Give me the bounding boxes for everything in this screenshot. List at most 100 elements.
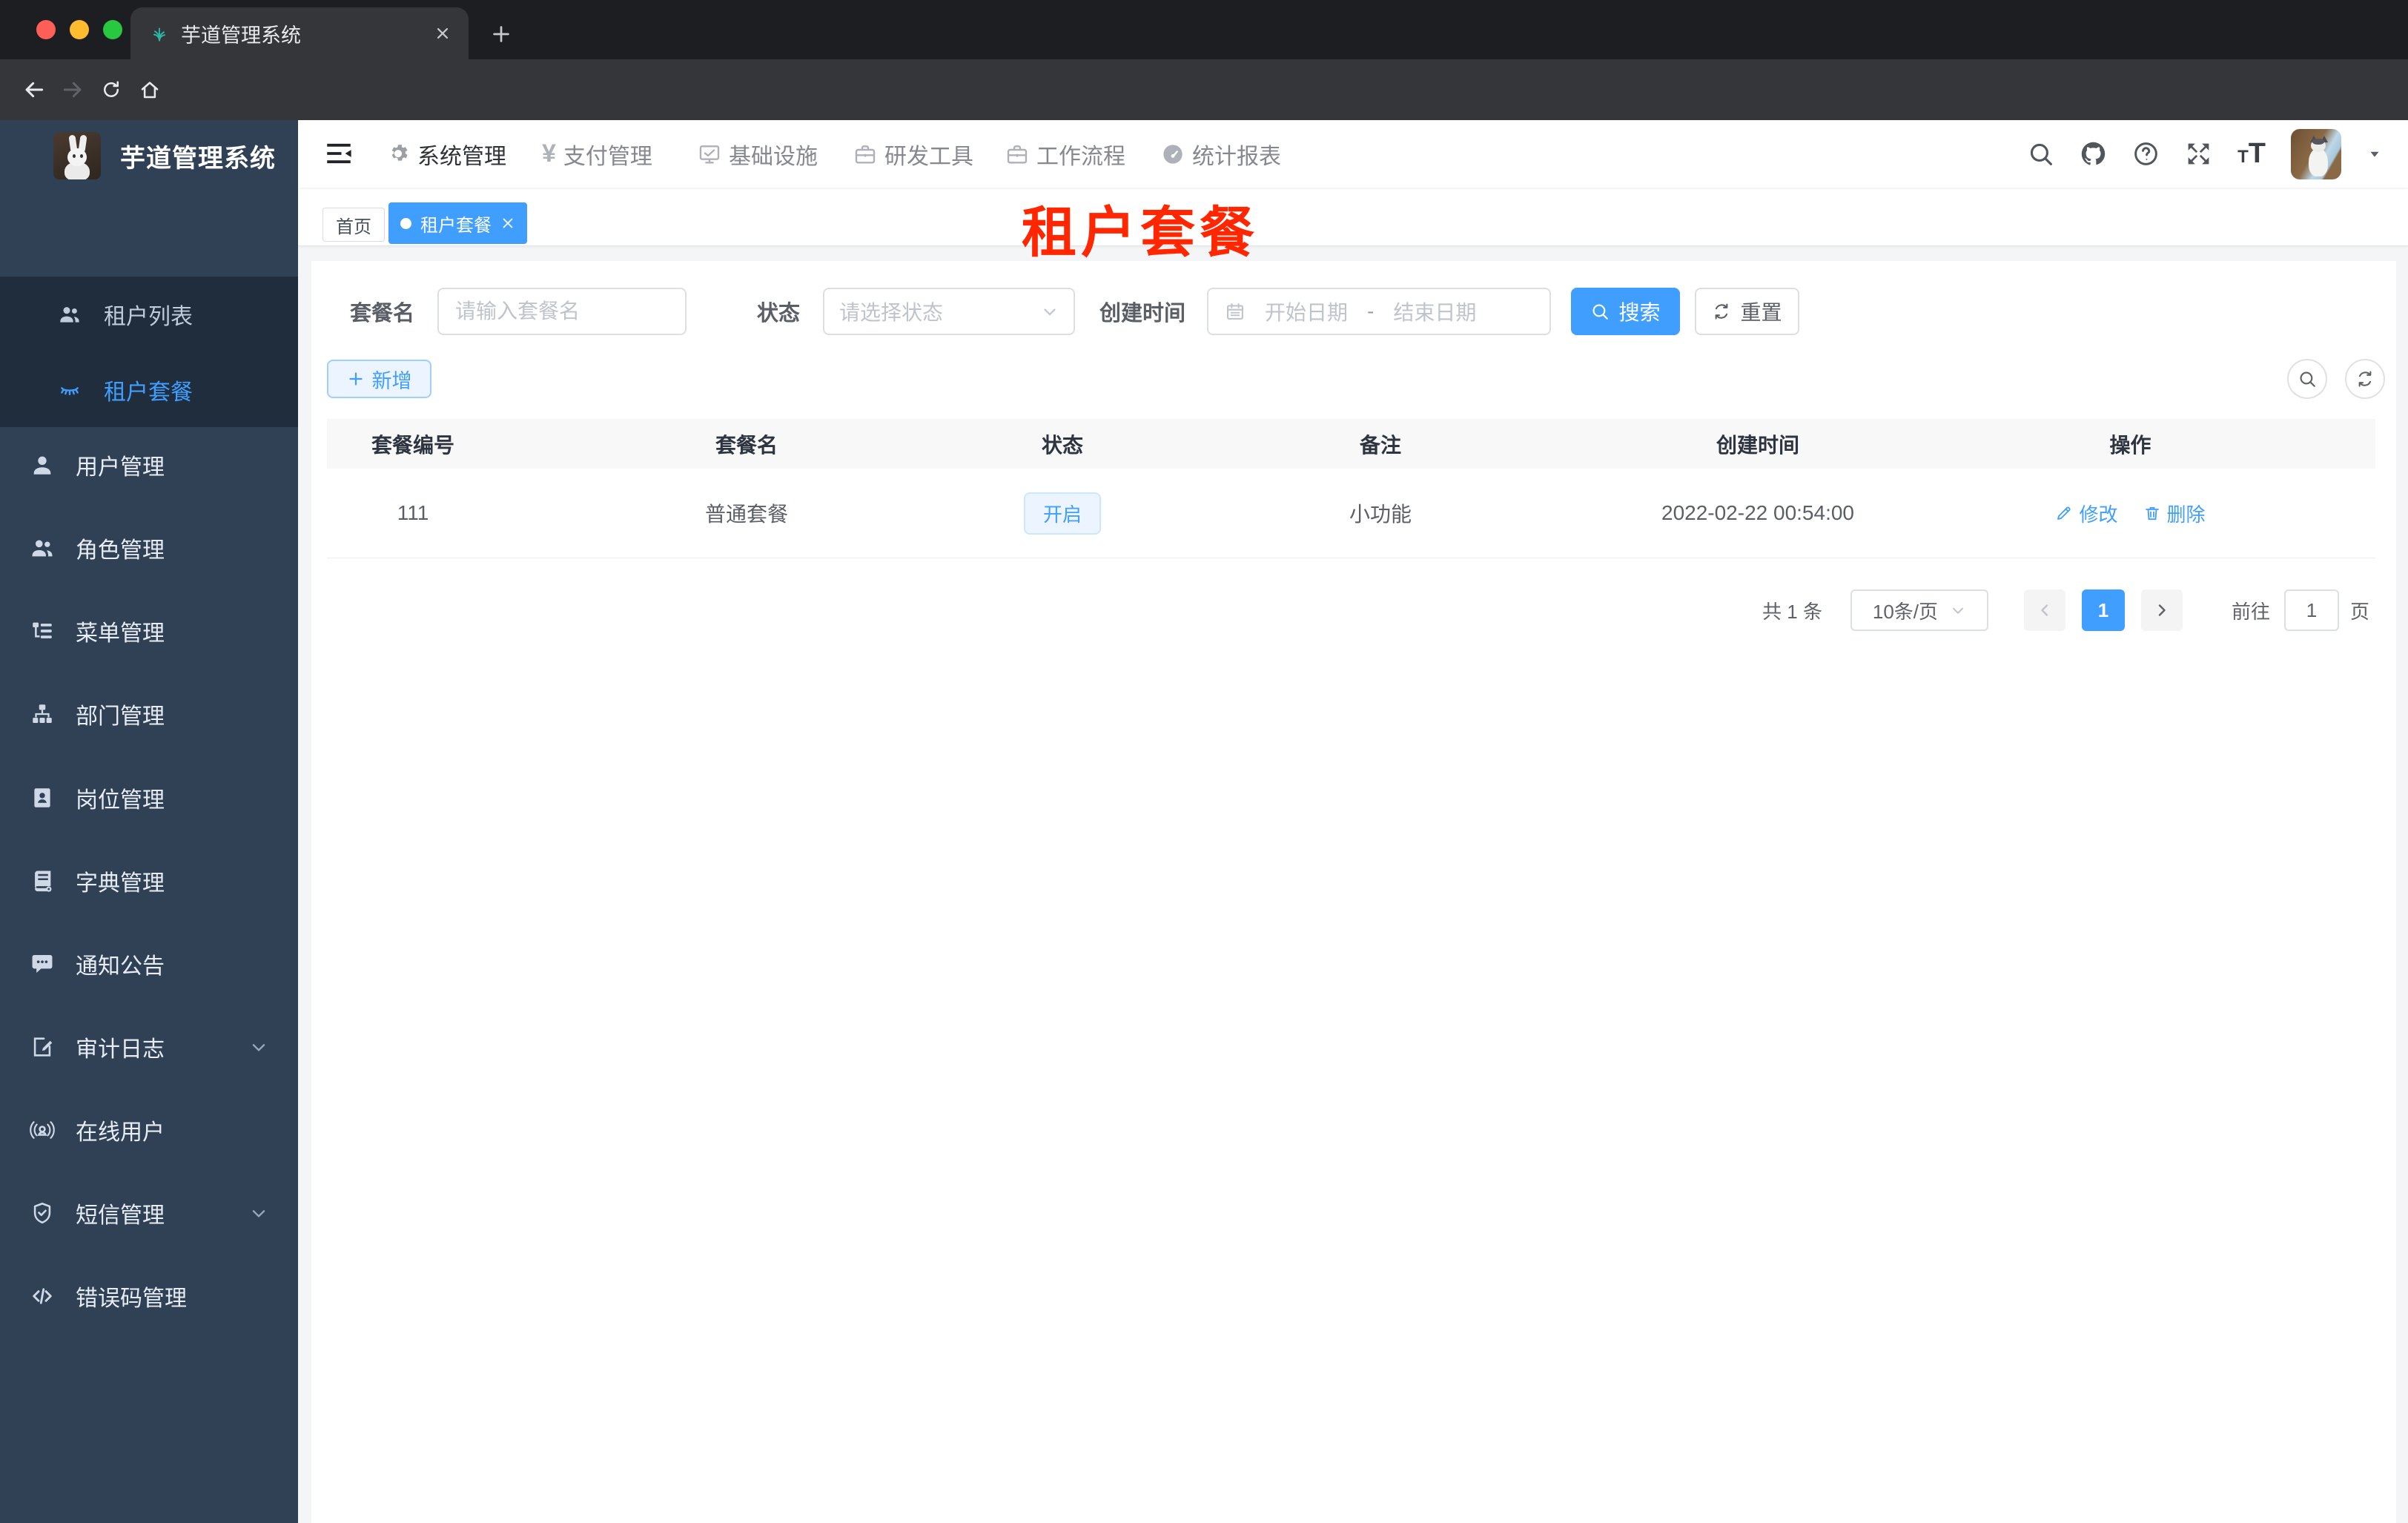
col-header-created: 创建时间 (1630, 419, 1885, 469)
tag-tenant-package[interactable]: 租户套餐 (388, 202, 527, 244)
sidebar-item-user-mgmt[interactable]: 用户管理 (0, 423, 298, 506)
tab-title: 芋道管理系统 (181, 24, 301, 47)
content-card: 套餐名 状态 请选择状态 创建时间 开始日期 - 结束日期 搜索 重置 (311, 261, 2396, 1523)
package-table: 套餐编号 套餐名 状态 备注 创建时间 操作 111 普通套餐 开启 小功能 2… (327, 419, 2375, 558)
dictionary-icon (30, 868, 55, 893)
chevron-down-icon (249, 1203, 268, 1223)
browser-back-button[interactable] (15, 70, 53, 109)
sidebar-item-menu-mgmt[interactable]: 菜单管理 (0, 589, 298, 673)
tab-close-icon[interactable] (434, 25, 451, 42)
gear-icon (386, 142, 410, 166)
search-button[interactable]: 搜索 (1571, 288, 1680, 335)
filter-status-label: 状态 (757, 302, 801, 326)
font-size-icon[interactable]: TT (2237, 138, 2266, 170)
nav-item-dev-tools[interactable]: 研发工具 (853, 120, 973, 188)
browser-tab[interactable]: 芋道管理系统 (130, 7, 469, 59)
sidebar-item-dept-mgmt[interactable]: 部门管理 (0, 673, 298, 756)
search-icon (2298, 369, 2317, 389)
col-header-remark: 备注 (1131, 419, 1630, 469)
annotation-text: 租户套餐 (1022, 202, 1259, 263)
col-header-status: 状态 (994, 419, 1131, 469)
pagination-total: 共 1 条 (1762, 600, 1822, 623)
cell-id: 111 (327, 469, 499, 558)
add-button[interactable]: 新增 (327, 360, 431, 398)
delete-link[interactable]: 删除 (2143, 500, 2206, 527)
refresh-icon (1712, 302, 1731, 321)
top-navbar: 系统管理 ¥ 支付管理 基础设施 研发工具 工作流程 统计报表 TT (298, 120, 2408, 188)
reset-button[interactable]: 重置 (1695, 288, 1799, 335)
col-header-name: 套餐名 (499, 419, 994, 469)
next-page-button[interactable] (2140, 589, 2183, 631)
nav-item-system[interactable]: 系统管理 (386, 120, 506, 188)
plus-icon (347, 370, 365, 388)
sidebar-item-sms-mgmt[interactable]: 短信管理 (0, 1172, 298, 1255)
sidebar-item-notice[interactable]: 通知公告 (0, 922, 298, 1005)
nav-item-payment[interactable]: ¥ 支付管理 (542, 120, 652, 188)
filter-date-range[interactable]: 开始日期 - 结束日期 (1207, 288, 1551, 335)
sidebar-collapse-button[interactable] (320, 136, 357, 171)
window-zoom-button[interactable] (103, 20, 122, 39)
sidebar-item-tenant-package[interactable]: 租户套餐 (0, 352, 298, 428)
code-icon (30, 1284, 55, 1309)
start-date-placeholder: 开始日期 (1265, 301, 1349, 324)
table-search-toggle-button[interactable] (2287, 359, 2327, 399)
tag-close-icon[interactable] (500, 216, 515, 231)
nav-item-workflow[interactable]: 工作流程 (1005, 120, 1125, 188)
sidebar-item-online-users[interactable]: 在线用户 (0, 1088, 298, 1172)
filter-name-label: 套餐名 (350, 302, 415, 326)
menu-tree-icon (30, 618, 55, 644)
filter-status-select[interactable]: 请选择状态 (823, 288, 1075, 335)
sidebar-item-error-code[interactable]: 错误码管理 (0, 1255, 298, 1338)
briefcase-icon (1005, 142, 1029, 166)
pagination: 共 1 条 10条/页 1 前往 页 (1762, 588, 2369, 632)
avatar[interactable] (2291, 128, 2341, 179)
window-minimize-button[interactable] (70, 20, 89, 39)
page-unit-label: 页 (2349, 600, 2369, 623)
shield-check-icon (30, 1200, 55, 1226)
filter-time-label: 创建时间 (1099, 302, 1186, 326)
avatar-caret-icon[interactable] (2366, 146, 2383, 162)
help-icon[interactable] (2132, 140, 2160, 168)
fullscreen-icon[interactable] (2185, 140, 2212, 168)
chevron-down-icon (249, 1037, 268, 1057)
users-icon (30, 535, 55, 561)
window-close-button[interactable] (36, 20, 56, 39)
search-icon[interactable] (2027, 140, 2054, 168)
goto-label: 前往 (2231, 600, 2270, 623)
nav-item-report[interactable]: 统计报表 (1161, 120, 1281, 188)
nav-item-infra[interactable]: 基础设施 (698, 120, 818, 188)
main-area: 系统管理 ¥ 支付管理 基础设施 研发工具 工作流程 统计报表 TT 首页 租户… (298, 120, 2408, 1523)
table-refresh-button[interactable] (2345, 359, 2385, 399)
sidebar-item-audit-log[interactable]: 审计日志 (0, 1005, 298, 1088)
new-tab-button[interactable] (483, 16, 519, 52)
trash-icon (2143, 504, 2161, 522)
browser-reload-button[interactable] (92, 70, 130, 109)
cell-created: 2022-02-22 00:54:00 (1630, 469, 1885, 558)
github-icon[interactable] (2080, 140, 2107, 168)
status-badge[interactable]: 开启 (1023, 492, 1101, 535)
monitor-icon (698, 142, 721, 166)
sidebar-logo[interactable]: 芋道管理系统 (0, 120, 298, 191)
cell-actions: 修改 删除 (1885, 469, 2375, 558)
tag-home[interactable]: 首页 (322, 208, 385, 242)
tenant-list-icon (58, 303, 82, 326)
cell-name: 普通套餐 (499, 469, 994, 558)
range-separator: - (1367, 300, 1375, 323)
cell-remark: 小功能 (1131, 469, 1630, 558)
arrow-left-icon (2036, 601, 2054, 619)
sidebar-item-dict-mgmt[interactable]: 字典管理 (0, 839, 298, 922)
goto-page-input[interactable] (2283, 589, 2339, 631)
browser-forward-button[interactable] (53, 70, 92, 109)
cell-status: 开启 (994, 469, 1131, 558)
sidebar-item-post-mgmt[interactable]: 岗位管理 (0, 756, 298, 839)
sidebar-item-tenant-list[interactable]: 租户列表 (0, 277, 298, 352)
prev-page-button[interactable] (2023, 589, 2065, 631)
page-size-select[interactable]: 10条/页 (1850, 589, 1988, 631)
sidebar-item-role-mgmt[interactable]: 角色管理 (0, 506, 298, 589)
browser-home-button[interactable] (130, 70, 169, 109)
tenant-package-icon (58, 378, 82, 402)
filter-name-input[interactable] (437, 288, 687, 335)
sidebar: 芋道管理系统 租户管理 租户列表 租户套餐 用户管理 角色管理 (0, 120, 298, 1523)
page-number-button[interactable]: 1 (2081, 589, 2125, 631)
edit-link[interactable]: 修改 (2055, 500, 2118, 527)
